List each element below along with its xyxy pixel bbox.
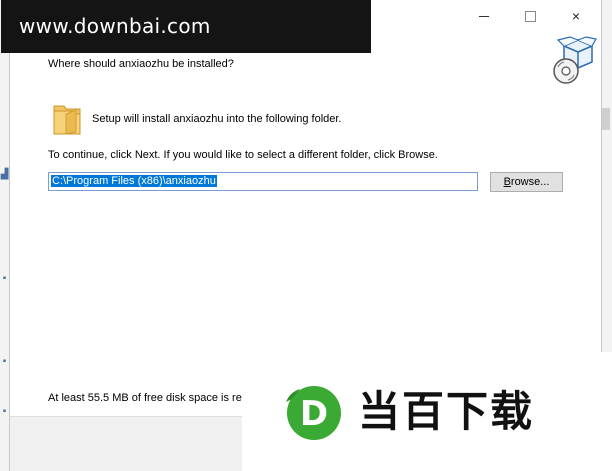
background-scrollbar (602, 108, 610, 130)
instruction-text: To continue, click Next. If you would li… (48, 149, 438, 161)
site-logo-watermark: D 当百下载 (242, 352, 612, 471)
background-fragment-icon: ▪ (2, 406, 7, 417)
background-fragment-icon: ▪ (2, 356, 7, 367)
logo-text: 当百下载 (358, 387, 535, 436)
browse-button-label: rowse... (510, 176, 550, 188)
page-heading: Where should anxiaozhu be installed? (48, 58, 234, 70)
install-path-input[interactable]: C:\Program Files (x86)\anxiaozhu (48, 172, 478, 191)
logo-d-icon: D (286, 386, 341, 440)
screen: ▟ ▪ ▪ ▪ × www.downbai.com Where should a… (0, 0, 612, 471)
folder-icon (53, 105, 81, 135)
site-watermark: www.downbai.com (1, 0, 371, 53)
browse-button[interactable]: Browse... (490, 172, 563, 192)
maximize-button[interactable] (507, 2, 553, 30)
maximize-icon (524, 10, 536, 22)
intro-text: Setup will install anxiaozhu into the fo… (92, 113, 342, 125)
disk-space-text: At least 55.5 MB of free disk space is r… (48, 392, 248, 404)
minimize-icon (479, 15, 489, 17)
install-path-value: C:\Program Files (x86)\anxiaozhu (51, 175, 217, 187)
installer-box-icon (553, 36, 597, 84)
close-icon: × (571, 8, 581, 24)
background-fragment-icon: ▟ (0, 169, 9, 180)
background-fragment-icon: ▪ (2, 273, 7, 284)
browse-button-accel: B (503, 176, 511, 188)
close-button[interactable]: × (553, 2, 599, 30)
minimize-button[interactable] (461, 2, 507, 30)
logo-letter: D (300, 394, 328, 434)
